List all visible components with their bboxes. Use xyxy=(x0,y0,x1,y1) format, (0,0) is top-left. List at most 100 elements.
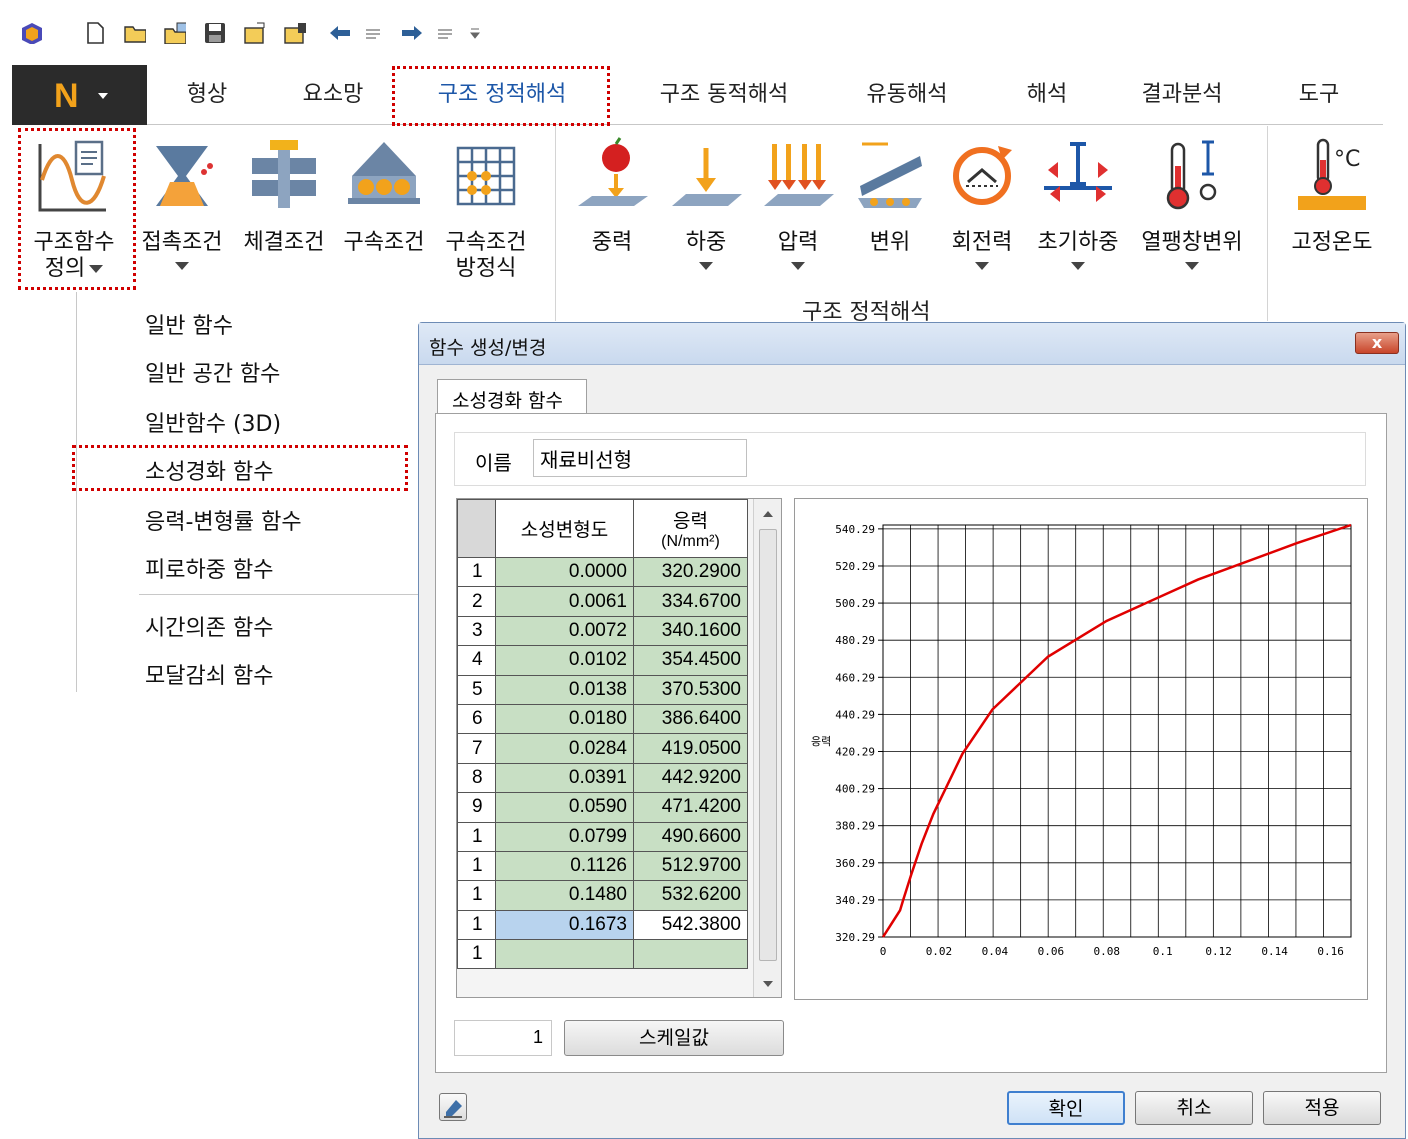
apply-button[interactable]: 적용 xyxy=(1263,1091,1381,1125)
strain-cell[interactable]: 0.0799 xyxy=(495,821,634,852)
redo-icon[interactable] xyxy=(400,22,422,44)
stress-cell[interactable]: 370.5300 xyxy=(633,674,748,705)
gravity-button[interactable]: 중력 xyxy=(562,126,662,256)
table-row[interactable]: 6 0.0180 386.6400 xyxy=(457,703,748,735)
folder-save-icon[interactable] xyxy=(284,22,306,44)
menu-item-time-dependent[interactable]: 시간의존 함수 xyxy=(145,610,273,642)
pressure-button[interactable]: 압력 xyxy=(748,126,848,270)
table-row[interactable]: 1 xyxy=(457,939,748,970)
customize-toolbar-icon[interactable] xyxy=(468,22,490,44)
app-menu-button[interactable]: N xyxy=(12,65,147,125)
table-row[interactable]: 8 0.0391 442.9200 xyxy=(457,762,748,794)
tab-geometry[interactable]: 형상 xyxy=(162,65,252,125)
table-row[interactable]: 2 0.0061 334.6700 xyxy=(457,586,748,617)
table-row[interactable]: 1 0.1480 532.6200 xyxy=(457,880,748,911)
strain-cell[interactable]: 0.0138 xyxy=(495,674,634,705)
y-tick-label: 420.29 xyxy=(835,745,875,758)
table-row[interactable]: 1 0.0799 490.6600 xyxy=(457,821,748,852)
strain-cell[interactable]: 0.1480 xyxy=(495,880,634,911)
constraint-condition-button[interactable]: 구속조건 xyxy=(334,126,434,256)
cancel-button[interactable]: 취소 xyxy=(1135,1091,1253,1125)
data-grid[interactable]: 소성변형도 응력 (N/mm²) 1 0.0000 320.2900 2 0.0061 33… xyxy=(456,498,782,998)
tab-structural-dynamic[interactable]: 구조 동적해석 xyxy=(624,65,824,125)
table-row[interactable]: 1 0.1126 512.9700 xyxy=(457,850,748,882)
define-function-button[interactable]: 구조함수 정의 xyxy=(24,126,124,282)
tab-plastic-hardening[interactable]: 소성경화 함수 xyxy=(437,379,587,415)
stress-cell[interactable]: 320.2900 xyxy=(633,556,748,588)
table-row[interactable]: 3 0.0072 340.1600 xyxy=(457,615,748,647)
rotational-force-button[interactable]: 회전력 xyxy=(932,126,1032,270)
undo-icon[interactable] xyxy=(328,22,350,44)
import-icon[interactable] xyxy=(164,22,186,44)
tab-fluid[interactable]: 유동해석 xyxy=(842,65,972,125)
stress-cell[interactable]: 532.6200 xyxy=(633,880,748,911)
scale-input[interactable]: 1 xyxy=(454,1020,552,1056)
initial-load-button[interactable]: 초기하중 xyxy=(1028,126,1128,270)
table-row[interactable]: 1 0.1673 542.3800 xyxy=(457,909,748,941)
tab-structural-static[interactable]: 구조 정적해석 xyxy=(402,65,602,125)
scroll-thumb[interactable] xyxy=(759,529,777,961)
close-button[interactable]: x xyxy=(1355,332,1399,354)
eraser-button[interactable] xyxy=(439,1093,467,1121)
strain-cell[interactable]: 0.0180 xyxy=(495,703,634,735)
menu-item-general-function[interactable]: 일반 함수 xyxy=(145,308,233,340)
stress-cell[interactable]: 512.9700 xyxy=(633,850,748,882)
menu-item-stress-strain[interactable]: 응력-변형률 함수 xyxy=(145,504,302,536)
strain-cell[interactable]: 0.0391 xyxy=(495,762,634,794)
strain-cell[interactable]: 0.0061 xyxy=(495,586,634,617)
table-row[interactable]: 5 0.0138 370.5300 xyxy=(457,674,748,705)
contact-condition-button[interactable]: 접촉조건 xyxy=(132,126,232,270)
redo-list-icon[interactable] xyxy=(436,22,458,44)
table-row[interactable]: 4 0.0102 354.4500 xyxy=(457,645,748,676)
menu-item-spatial-function[interactable]: 일반 공간 함수 xyxy=(145,356,280,388)
tab-results[interactable]: 결과분석 xyxy=(1112,65,1252,125)
menu-item-general-function-3d[interactable]: 일반함수 (3D) xyxy=(145,406,281,438)
menu-item-fatigue-load[interactable]: 피로하중 함수 xyxy=(145,552,273,584)
table-row[interactable]: 1 0.0000 320.2900 xyxy=(457,556,748,588)
fixed-temperature-button[interactable]: °C 고정온도 xyxy=(1282,126,1382,256)
stress-cell[interactable]: 471.4200 xyxy=(633,792,748,823)
displacement-button[interactable]: 변위 xyxy=(840,126,940,256)
strain-cell[interactable]: 0.1673 xyxy=(495,909,634,941)
vertical-scrollbar[interactable] xyxy=(753,499,781,997)
scroll-up-icon[interactable] xyxy=(754,503,782,523)
stress-cell[interactable]: 386.6400 xyxy=(633,703,748,735)
stress-cell[interactable]: 340.1600 xyxy=(633,615,748,647)
strain-cell[interactable]: 0.0284 xyxy=(495,733,634,764)
fastening-condition-button[interactable]: 체결조건 xyxy=(234,126,334,256)
name-input[interactable]: 재료비선형 xyxy=(533,439,747,477)
open-folder-icon[interactable] xyxy=(124,22,146,44)
undo-list-icon[interactable] xyxy=(364,22,386,44)
menu-item-plastic-hardening[interactable]: 소성경화 함수 xyxy=(145,454,273,486)
tab-mesh[interactable]: 요소망 xyxy=(278,65,388,125)
load-button[interactable]: 하중 xyxy=(656,126,756,270)
strain-cell[interactable] xyxy=(495,939,634,970)
stress-cell[interactable]: 334.6700 xyxy=(633,586,748,617)
new-folder-icon[interactable] xyxy=(244,22,266,44)
stress-cell[interactable]: 419.0500 xyxy=(633,733,748,764)
menu-item-modal-damping[interactable]: 모달감쇠 함수 xyxy=(145,658,273,690)
thermal-expansion-button[interactable]: 열팽창변위 xyxy=(1138,126,1246,270)
stress-cell[interactable]: 442.9200 xyxy=(633,762,748,794)
scroll-down-icon[interactable] xyxy=(754,973,782,993)
save-icon[interactable] xyxy=(204,22,226,44)
table-row[interactable]: 9 0.0590 471.4200 xyxy=(457,792,748,823)
table-row[interactable]: 7 0.0284 419.0500 xyxy=(457,733,748,764)
scale-button[interactable]: 스케일값 xyxy=(564,1020,784,1056)
constraint-equation-button[interactable]: 구속조건 방정식 xyxy=(436,126,536,282)
row-number-cell: 1 xyxy=(457,939,496,970)
stress-cell[interactable]: 490.6600 xyxy=(633,821,748,852)
strain-cell[interactable]: 0.0102 xyxy=(495,645,634,676)
new-file-icon[interactable] xyxy=(84,22,106,44)
stress-cell[interactable] xyxy=(633,939,748,970)
strain-cell[interactable]: 0.0590 xyxy=(495,792,634,823)
y-tick-label: 540.29 xyxy=(835,523,875,536)
tab-analysis[interactable]: 해석 xyxy=(1002,65,1092,125)
strain-cell[interactable]: 0.1126 xyxy=(495,850,634,882)
stress-cell[interactable]: 542.3800 xyxy=(633,909,748,941)
strain-cell[interactable]: 0.0000 xyxy=(495,556,634,588)
tab-tools[interactable]: 도구 xyxy=(1274,65,1364,125)
strain-cell[interactable]: 0.0072 xyxy=(495,615,634,647)
stress-cell[interactable]: 354.4500 xyxy=(633,645,748,676)
ok-button[interactable]: 확인 xyxy=(1007,1091,1125,1125)
